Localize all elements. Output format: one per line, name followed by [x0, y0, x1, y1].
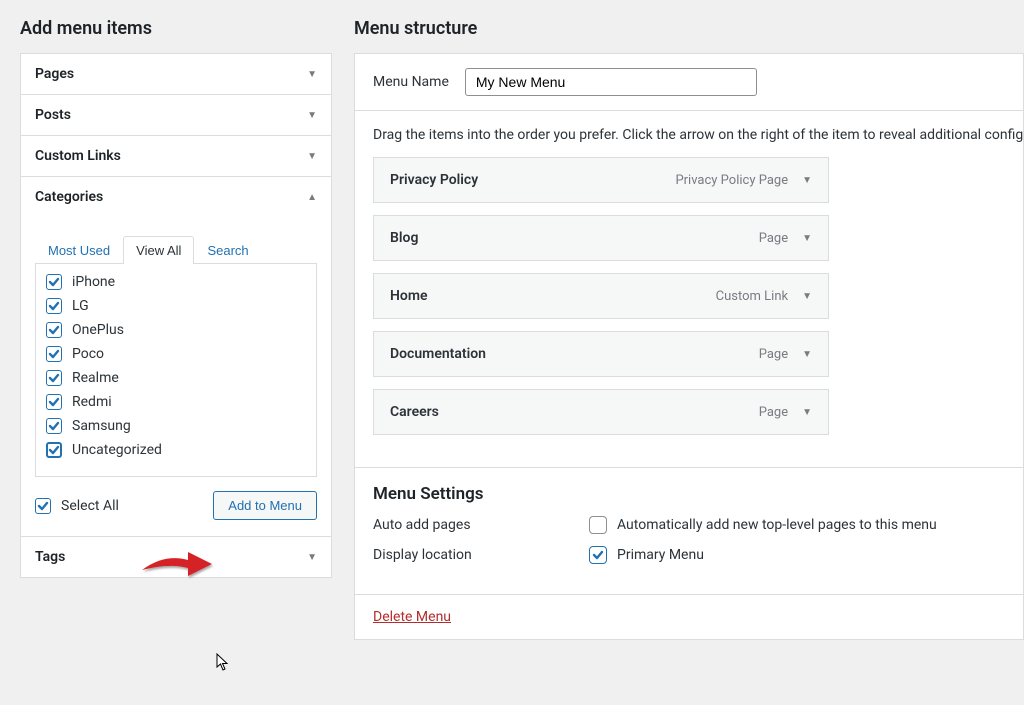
category-label: Uncategorized: [72, 442, 162, 458]
tab-search[interactable]: Search: [194, 236, 261, 264]
category-label: OnePlus: [72, 322, 124, 338]
category-label: Realme: [72, 370, 119, 386]
menu-item-type: Page: [759, 347, 788, 362]
menu-item[interactable]: Home Custom Link ▼: [373, 273, 829, 319]
list-item[interactable]: OnePlus: [44, 318, 308, 342]
menu-footer: Delete Menu: [355, 594, 1023, 639]
checkbox[interactable]: [46, 442, 62, 458]
list-item[interactable]: Poco: [44, 342, 308, 366]
category-list[interactable]: iPhone LG OnePlus Poco: [35, 263, 317, 477]
menu-item[interactable]: Privacy Policy Privacy Policy Page ▼: [373, 157, 829, 203]
list-item[interactable]: Samsung: [44, 414, 308, 438]
checkbox[interactable]: [46, 298, 62, 314]
menu-item-type: Page: [759, 405, 788, 420]
menu-name-input[interactable]: [465, 68, 757, 96]
menu-settings: Menu Settings Auto add pages Automatical…: [355, 467, 1023, 594]
tab-view-all[interactable]: View All: [123, 236, 194, 264]
category-tabs: Most Used View All Search: [35, 236, 317, 264]
menu-item-type: Custom Link: [716, 289, 788, 304]
tab-most-used[interactable]: Most Used: [35, 236, 123, 264]
list-item[interactable]: Uncategorized: [44, 438, 308, 462]
caret-down-icon: ▼: [307, 69, 317, 80]
caret-down-icon[interactable]: ▼: [802, 349, 812, 360]
menu-name-label: Menu Name: [373, 74, 449, 90]
accordion-tags-title: Tags: [35, 549, 65, 565]
menu-item-type: Page: [759, 231, 788, 246]
caret-down-icon[interactable]: ▼: [802, 407, 812, 418]
category-label: Samsung: [72, 418, 131, 434]
accordion-pages[interactable]: Pages ▼: [21, 54, 331, 95]
checkbox[interactable]: [46, 274, 62, 290]
menu-item-title: Home: [390, 288, 428, 304]
menu-instructions: Drag the items into the order you prefer…: [355, 111, 1023, 157]
menu-item-title: Privacy Policy: [390, 172, 478, 188]
list-item[interactable]: Realme: [44, 366, 308, 390]
menu-settings-heading: Menu Settings: [373, 484, 1005, 504]
select-all-label: Select All: [61, 498, 119, 514]
caret-down-icon: ▼: [307, 151, 317, 162]
list-item[interactable]: Redmi: [44, 390, 308, 414]
caret-down-icon[interactable]: ▼: [802, 291, 812, 302]
auto-add-label: Auto add pages: [373, 517, 589, 533]
menu-item[interactable]: Blog Page ▼: [373, 215, 829, 261]
caret-down-icon: ▼: [307, 110, 317, 121]
select-all[interactable]: Select All: [35, 498, 119, 514]
add-menu-items-heading: Add menu items: [20, 18, 332, 39]
checkbox-auto-add[interactable]: [589, 516, 607, 534]
menu-structure-heading: Menu structure: [354, 18, 1024, 39]
display-location-label: Display location: [373, 547, 589, 563]
menu-item[interactable]: Careers Page ▼: [373, 389, 829, 435]
category-label: LG: [72, 298, 89, 314]
category-label: Poco: [72, 346, 104, 362]
category-label: iPhone: [72, 274, 115, 290]
accordion-custom-links[interactable]: Custom Links ▼: [21, 136, 331, 177]
checkbox[interactable]: [35, 498, 51, 514]
checkbox[interactable]: [46, 394, 62, 410]
accordion-custom-links-title: Custom Links: [35, 148, 121, 164]
menu-item[interactable]: Documentation Page ▼: [373, 331, 829, 377]
checkbox[interactable]: [46, 322, 62, 338]
list-item[interactable]: LG: [44, 294, 308, 318]
accordion-categories-title: Categories: [35, 189, 103, 205]
checkbox[interactable]: [46, 418, 62, 434]
menu-frame: Menu Name Drag the items into the order …: [354, 53, 1024, 640]
checkbox[interactable]: [46, 370, 62, 386]
cursor-icon: [216, 653, 230, 675]
auto-add-checkbox-label: Automatically add new top-level pages to…: [617, 517, 937, 533]
menu-item-title: Documentation: [390, 346, 486, 362]
list-item[interactable]: iPhone: [44, 270, 308, 294]
categories-body: Most Used View All Search iPhone LG: [21, 217, 331, 536]
checkbox[interactable]: [46, 346, 62, 362]
menu-items-list: Privacy Policy Privacy Policy Page ▼ Blo…: [355, 157, 1023, 467]
caret-down-icon[interactable]: ▼: [802, 175, 812, 186]
accordion-posts-title: Posts: [35, 107, 71, 123]
caret-up-icon: ▲: [307, 192, 317, 203]
menu-name-row: Menu Name: [355, 54, 1023, 111]
display-location-option: Primary Menu: [617, 547, 704, 563]
menu-item-title: Blog: [390, 230, 418, 246]
category-label: Redmi: [72, 394, 112, 410]
accordion-categories[interactable]: Categories ▲ Most Used View All Search i…: [21, 177, 331, 537]
accordion-tags[interactable]: Tags ▼: [21, 537, 331, 577]
menu-item-title: Careers: [390, 404, 439, 420]
add-to-menu-button[interactable]: Add to Menu: [213, 491, 317, 520]
caret-down-icon: ▼: [307, 552, 317, 563]
accordion-posts[interactable]: Posts ▼: [21, 95, 331, 136]
caret-down-icon[interactable]: ▼: [802, 233, 812, 244]
accordion-pages-title: Pages: [35, 66, 74, 82]
checkbox-primary-menu[interactable]: [589, 546, 607, 564]
menu-item-type: Privacy Policy Page: [675, 173, 788, 188]
accordion-container: Pages ▼ Posts ▼ Custom Links ▼ Categorie…: [20, 53, 332, 578]
delete-menu-link[interactable]: Delete Menu: [373, 609, 451, 625]
